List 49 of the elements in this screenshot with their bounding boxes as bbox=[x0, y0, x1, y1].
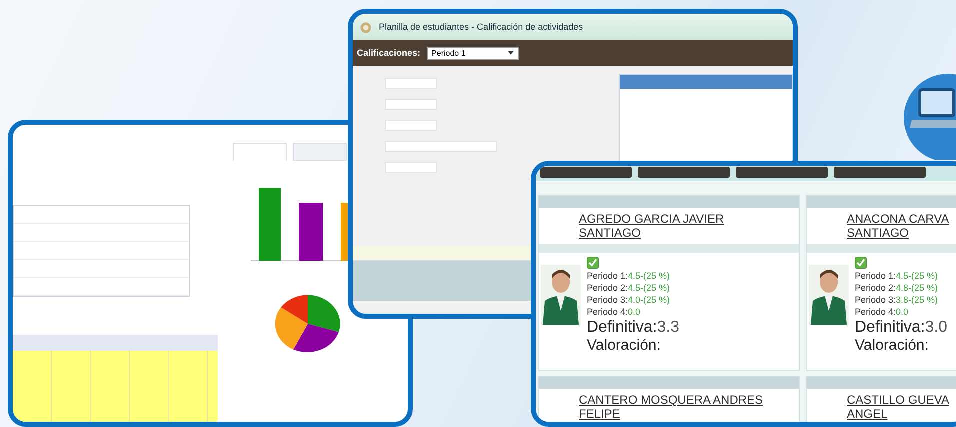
tab[interactable] bbox=[293, 143, 347, 161]
period-grade: 0.0 bbox=[628, 307, 641, 317]
window-title: Planilla de estudiantes - Calificación de actividades bbox=[379, 22, 584, 32]
form-field[interactable] bbox=[385, 141, 497, 152]
student-name-link[interactable]: ANACONA CARVA bbox=[847, 212, 950, 226]
toolbar-button[interactable] bbox=[736, 167, 828, 178]
period-grade: 4.5-(25 %) bbox=[628, 271, 670, 281]
tab[interactable] bbox=[233, 143, 287, 161]
toolbar-button[interactable] bbox=[834, 167, 926, 178]
student-name-link[interactable]: SANTIAGO bbox=[579, 226, 642, 240]
student-photo-icon bbox=[541, 265, 581, 325]
app-icon bbox=[359, 20, 373, 34]
student-name-link[interactable]: CANTERO MOSQUERA ANDRES bbox=[579, 393, 764, 407]
period-grade: 4.5-(25 %) bbox=[896, 271, 938, 281]
period-label: Periodo 2: bbox=[855, 283, 896, 293]
period-label: Periodo 3: bbox=[855, 295, 896, 305]
period-label: Periodo 1: bbox=[587, 271, 628, 281]
pie-chart-drawing bbox=[275, 293, 341, 355]
caret-icon bbox=[508, 51, 514, 55]
student-name-link[interactable]: CASTILLO GUEVA bbox=[847, 393, 950, 407]
period-label: Periodo 4: bbox=[855, 307, 896, 317]
period-grade: 4.8-(25 %) bbox=[896, 283, 938, 293]
toolbar-button[interactable] bbox=[540, 167, 632, 178]
period-label: Periodo 4: bbox=[587, 307, 628, 317]
final-label: Definitiva: bbox=[855, 319, 926, 336]
form-field[interactable] bbox=[385, 99, 437, 110]
form-field[interactable] bbox=[385, 78, 437, 89]
period-label: Periodo 1: bbox=[855, 271, 896, 281]
student-name-link[interactable]: ANGEL bbox=[847, 407, 888, 421]
final-grade: 3.0 bbox=[925, 319, 948, 336]
period-grade: 4.0-(25 %) bbox=[628, 295, 670, 305]
period-grade: 3.8-(25 %) bbox=[896, 295, 938, 305]
final-grade: 3.3 bbox=[657, 319, 680, 336]
form-field[interactable] bbox=[385, 120, 437, 131]
period-label: Periodo 3: bbox=[587, 295, 628, 305]
student-name-link[interactable]: FELIPE bbox=[579, 407, 620, 421]
period-dropdown[interactable]: Periodo 1 bbox=[426, 46, 519, 60]
period-grade: 4.5-(25 %) bbox=[628, 283, 670, 293]
form-field[interactable] bbox=[385, 162, 437, 173]
final-label: Definitiva: bbox=[587, 319, 658, 336]
student-name-link[interactable]: SANTIAGO bbox=[847, 226, 910, 240]
student-name-link[interactable]: AGREDO GARCIA JAVIER bbox=[579, 212, 724, 226]
student-photo-icon bbox=[809, 265, 849, 325]
toolbar-button[interactable] bbox=[638, 167, 730, 178]
toolbar-label: Calificaciones: bbox=[357, 48, 421, 58]
rating-label: Valoración: bbox=[587, 337, 661, 354]
period-label: Periodo 2: bbox=[587, 283, 628, 293]
period-grade: 0.0 bbox=[896, 307, 909, 317]
rating-label: Valoración: bbox=[855, 337, 929, 354]
